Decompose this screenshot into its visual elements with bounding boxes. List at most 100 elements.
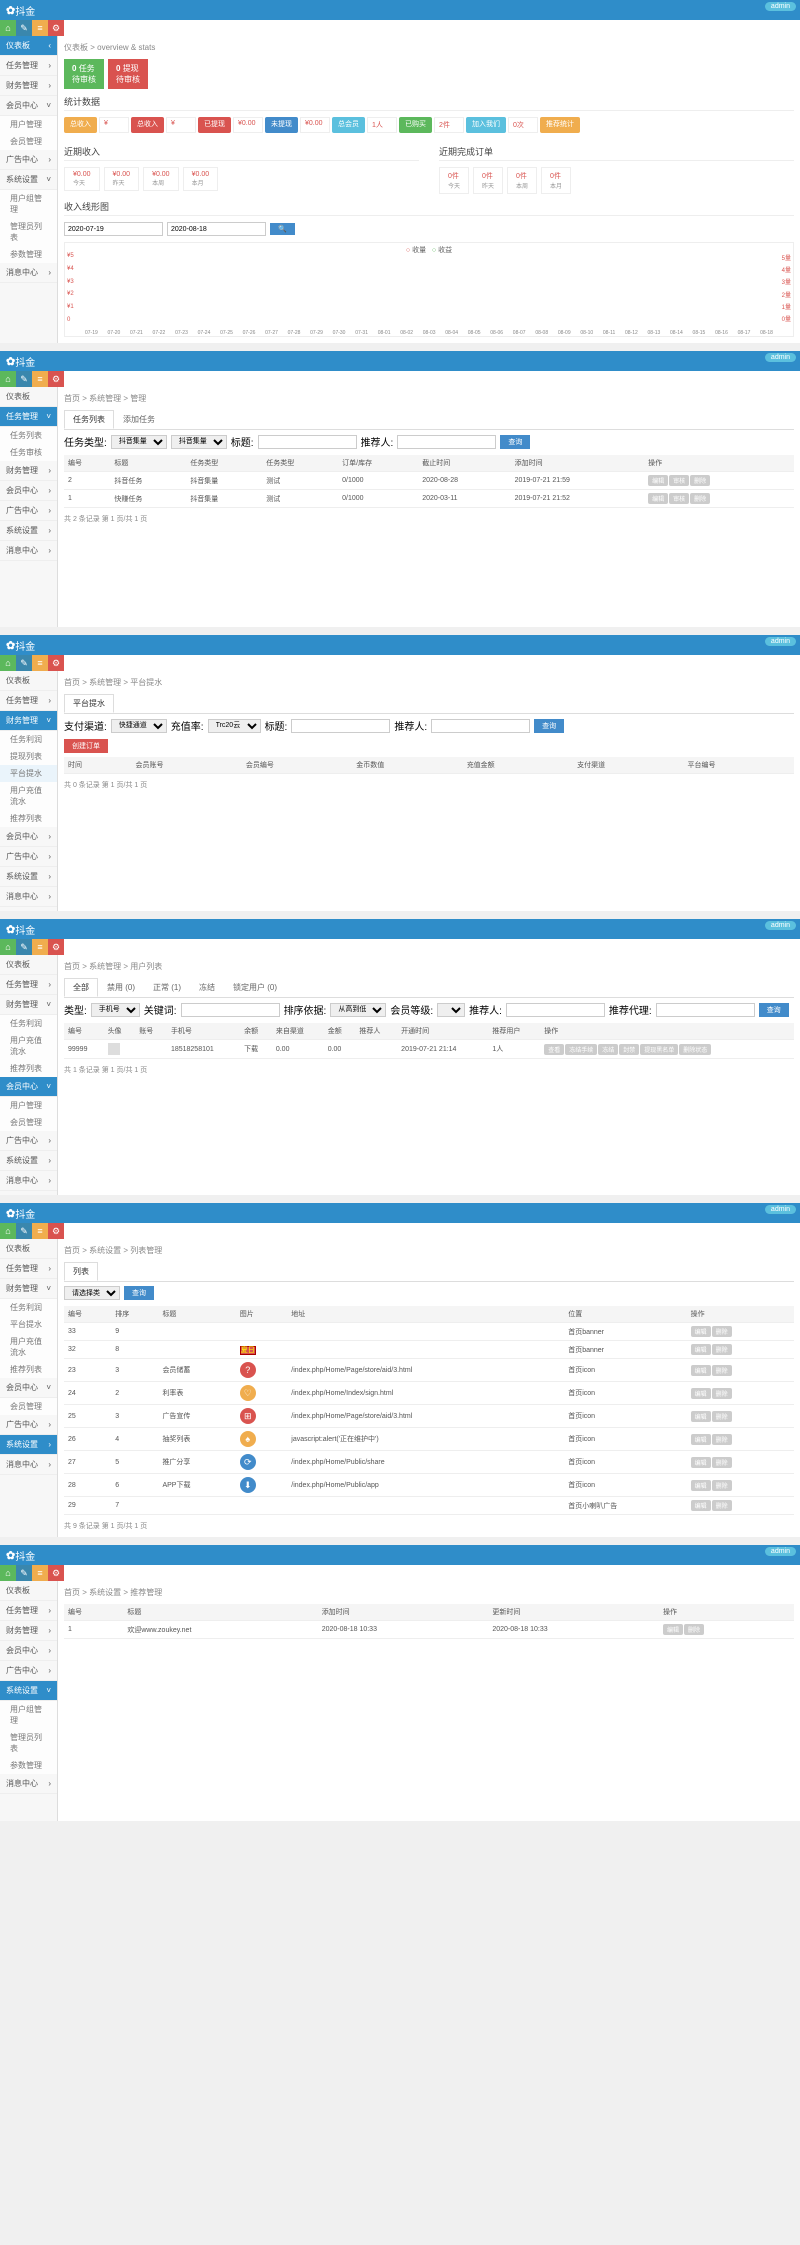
search-button[interactable]: 查询 (500, 435, 530, 449)
table-row[interactable]: 339首页banner编辑删除 (64, 1323, 794, 1341)
nav-task[interactable]: 任务管理› (0, 56, 57, 76)
keyword-input[interactable] (181, 1003, 280, 1017)
table-row[interactable]: 275推广分享⟳/index.php/Home/Public/share首页ic… (64, 1451, 794, 1474)
date-to[interactable] (167, 222, 266, 236)
orders-week: 0件本周 (507, 167, 537, 194)
edit-button[interactable]: 编辑 (648, 475, 668, 486)
chart-search-button[interactable]: 🔍 (270, 223, 295, 235)
nav-ad-setting[interactable]: 用户组管理 (0, 190, 57, 218)
pagination: 共 0 条记录 第 1 页/共 1 页 (64, 780, 794, 790)
delete-button[interactable]: 删除 (712, 1326, 732, 1337)
income-week: ¥0.00本周 (143, 167, 179, 191)
type-select[interactable]: 手机号 (91, 1003, 140, 1017)
referrer-input[interactable] (397, 435, 496, 449)
delete-button[interactable]: 删除 (712, 1480, 732, 1491)
rate-select[interactable]: Trc20云 (208, 719, 261, 733)
tab-flow[interactable]: 平台提水 (64, 694, 114, 713)
table-row[interactable]: 9999918518258101下载0.000.002019-07-21 21:… (64, 1040, 794, 1059)
create-order-button[interactable]: 创建订单 (64, 739, 108, 753)
title-input[interactable] (258, 435, 357, 449)
toolbar-icon-2[interactable]: ✎ (16, 20, 32, 36)
table-row[interactable]: 286APP下载⬇/index.php/Home/Public/app首页ico… (64, 1474, 794, 1497)
table-row[interactable]: 1欢迎www.zoukey.net2020-08-18 10:332020-08… (64, 1621, 794, 1639)
channel-select[interactable]: 快捷通道 (111, 719, 167, 733)
nav-msg[interactable]: 消息中心› (0, 541, 57, 561)
nav-user-mgmt[interactable]: 用户管理 (0, 116, 57, 133)
table-row[interactable]: 233会员储蓄?/index.php/Home/Page/store/aid/3… (64, 1359, 794, 1382)
nav-msg[interactable]: 消息中心› (0, 263, 57, 283)
referrer-input[interactable] (431, 719, 530, 733)
delete-button[interactable]: 删除 (712, 1388, 732, 1399)
table-row[interactable]: 242利率表♡/index.php/Home/Index/sign.html首页… (64, 1382, 794, 1405)
table-row[interactable]: 297首页小喇叭广告编辑删除 (64, 1497, 794, 1515)
sort-select[interactable]: 从高到低 (330, 1003, 386, 1017)
tab-task-list[interactable]: 任务列表 (64, 410, 114, 429)
nav-params[interactable]: 参数管理 (0, 246, 57, 263)
toolbar-icon-1[interactable]: ⌂ (0, 20, 16, 36)
task-type-select[interactable]: 抖音集量 (111, 435, 167, 449)
table-row[interactable]: 1快赚任务抖音集量测试0/10002020-03-112019-07-21 21… (64, 490, 794, 508)
tab-list[interactable]: 列表 (64, 1262, 98, 1281)
search-button[interactable]: 查询 (759, 1003, 789, 1017)
nav-member-center[interactable]: 会员中心˅ (0, 1077, 57, 1097)
nav-member-center[interactable]: 会员中心› (0, 481, 57, 501)
delete-button[interactable]: 删除 (712, 1344, 732, 1355)
nav-task[interactable]: 任务管理˅ (0, 407, 57, 427)
nav-ad-center[interactable]: 广告中心› (0, 501, 57, 521)
edit-button[interactable]: 编辑 (691, 1457, 711, 1468)
table-row[interactable]: 328夏日首页banner编辑删除 (64, 1341, 794, 1359)
delete-button[interactable]: 删除 (712, 1500, 732, 1511)
delete-button[interactable]: 删除 (690, 475, 710, 486)
nav-ad-center[interactable]: 广告中心› (0, 150, 57, 170)
toolbar-icon-3[interactable]: ≡ (32, 20, 48, 36)
search-button[interactable]: 查询 (124, 1286, 154, 1300)
nav-dashboard[interactable]: 仪表板‹ (0, 36, 57, 56)
date-from[interactable] (64, 222, 163, 236)
task-type-select2[interactable]: 抖音集量 (171, 435, 227, 449)
edit-button[interactable]: 编辑 (691, 1480, 711, 1491)
orders-yesterday: 0件昨天 (473, 167, 503, 194)
nav-member-mgmt[interactable]: 会员管理 (0, 133, 57, 150)
delete-button[interactable]: 删除 (712, 1411, 732, 1422)
table-row[interactable]: 253广告宣传⊞/index.php/Home/Page/store/aid/3… (64, 1405, 794, 1428)
edit-button[interactable]: 编辑 (691, 1365, 711, 1376)
edit-button[interactable]: 编辑 (691, 1344, 711, 1355)
nav-finance[interactable]: 财务管理› (0, 76, 57, 96)
income-yesterday: ¥0.00昨天 (104, 167, 140, 191)
edit-button[interactable]: 编辑 (691, 1411, 711, 1422)
nav-system[interactable]: 系统设置˅ (0, 170, 57, 190)
nav-finance[interactable]: 财务管理› (0, 461, 57, 481)
nav-task-list[interactable]: 任务列表 (0, 427, 57, 444)
nav-dashboard[interactable]: 仪表板 (0, 387, 57, 407)
tab-add-task[interactable]: 添加任务 (114, 410, 164, 429)
tab-normal[interactable]: 正常 (1) (144, 978, 190, 997)
delete-button[interactable]: 删除 (712, 1434, 732, 1445)
title-input[interactable] (291, 719, 390, 733)
search-button[interactable]: 查询 (534, 719, 564, 733)
table-row[interactable]: 264抽奖列表♠javascript:alert('正在维护中')首页icon编… (64, 1428, 794, 1451)
agent-input[interactable] (656, 1003, 755, 1017)
user-badge[interactable]: admin (765, 2, 796, 11)
edit-button[interactable]: 编辑 (691, 1388, 711, 1399)
nav-system[interactable]: 系统设置› (0, 521, 57, 541)
nav-admin-list[interactable]: 管理员列表 (0, 218, 57, 246)
edit-button[interactable]: 编辑 (691, 1434, 711, 1445)
delete-button[interactable]: 删除 (712, 1365, 732, 1376)
tab-disabled[interactable]: 禁用 (0) (98, 978, 144, 997)
tab-frozen[interactable]: 冻结 (190, 978, 224, 997)
nav-task-audit[interactable]: 任务审核 (0, 444, 57, 461)
toolbar-icon-4[interactable]: ⚙ (48, 20, 64, 36)
referrer-input[interactable] (506, 1003, 605, 1017)
tab-all[interactable]: 全部 (64, 978, 98, 997)
edit-button[interactable]: 编辑 (691, 1326, 711, 1337)
filter-select[interactable]: 请选择类 (64, 1286, 120, 1300)
nav-finance[interactable]: 财务管理˅ (0, 711, 57, 731)
level-select[interactable] (437, 1003, 465, 1017)
table-row[interactable]: 2抖音任务抖音集量测试0/10002020-08-282019-07-21 21… (64, 472, 794, 490)
income-month: ¥0.00本月 (183, 167, 219, 191)
audit-button[interactable]: 审核 (669, 475, 689, 486)
nav-member-center[interactable]: 会员中心˅ (0, 96, 57, 116)
tab-locked[interactable]: 锁定用户 (0) (224, 978, 286, 997)
edit-button[interactable]: 编辑 (691, 1500, 711, 1511)
delete-button[interactable]: 删除 (712, 1457, 732, 1468)
